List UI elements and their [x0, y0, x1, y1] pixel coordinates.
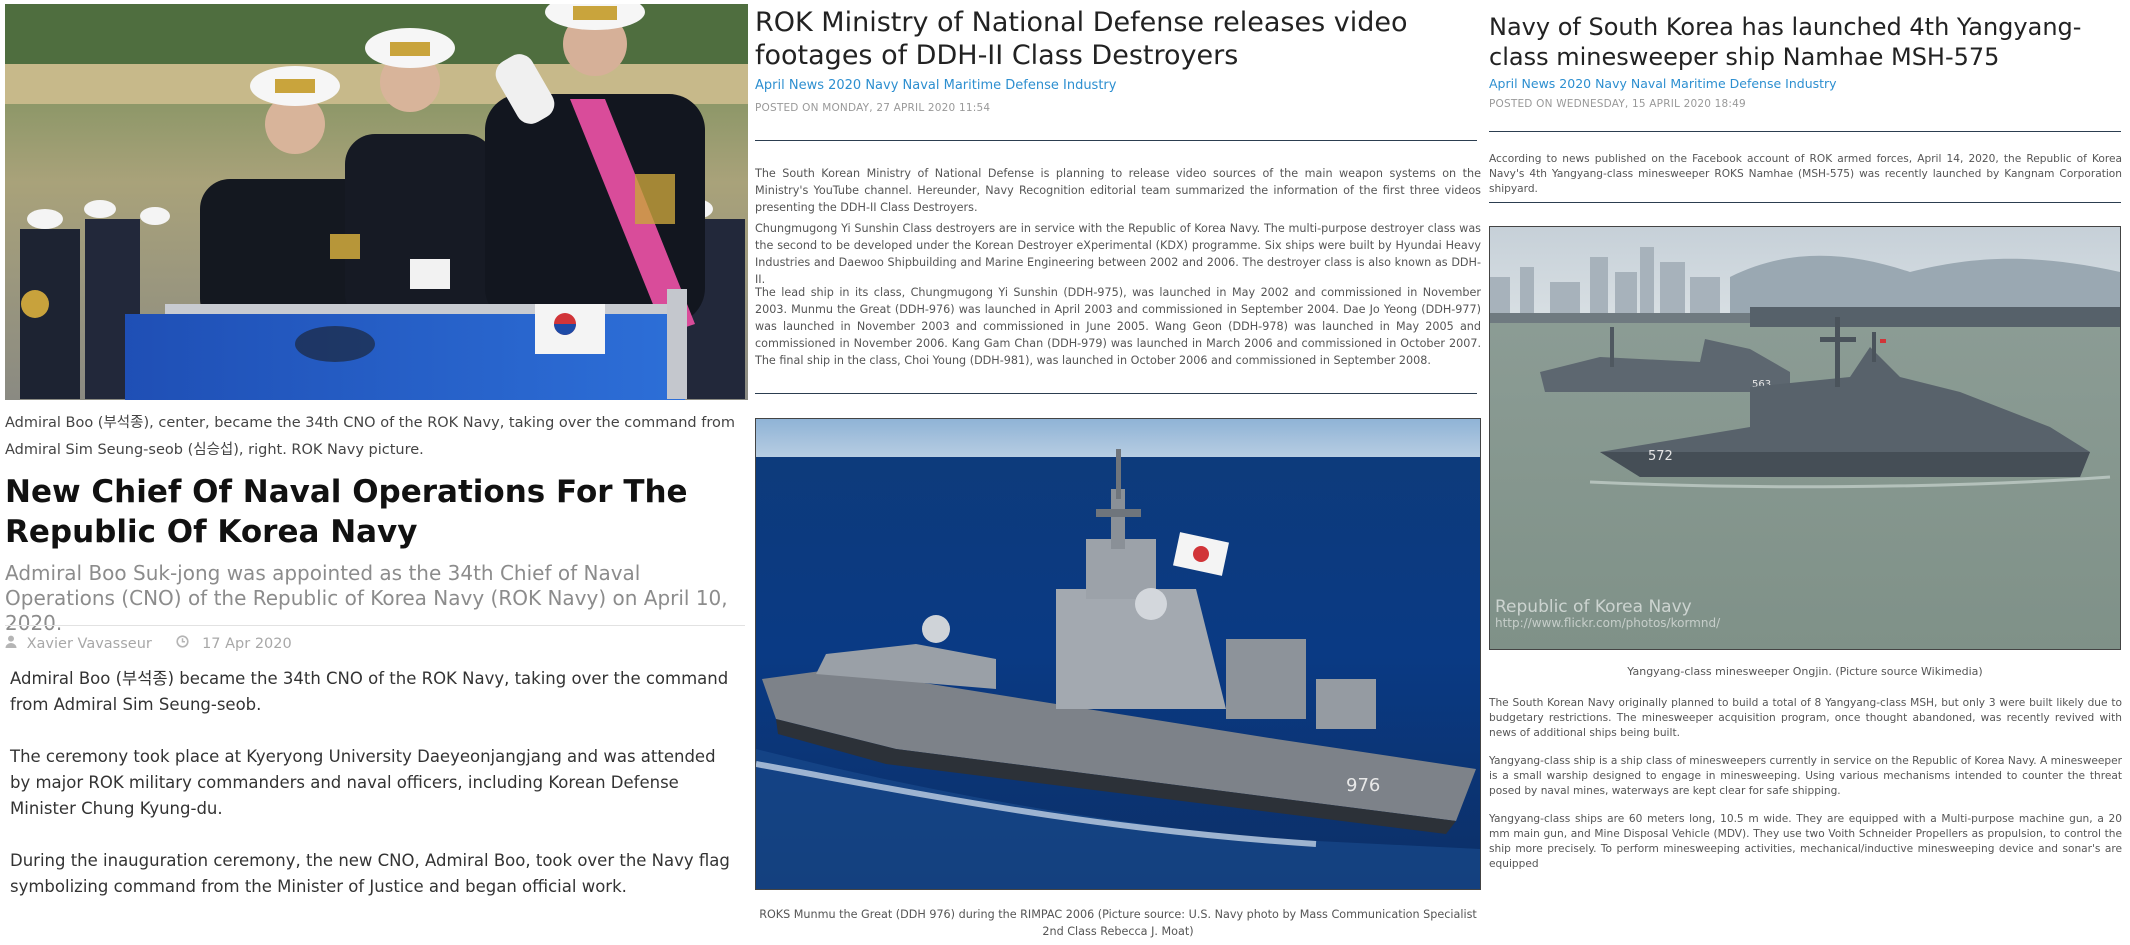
minesweeper-photo: 563 572 Republic of Korea Navy http://ww…: [1489, 226, 2121, 650]
paragraph: The South Korean Navy originally planned…: [1489, 697, 2122, 739]
divider: [755, 140, 1477, 141]
article-minesweeper: Navy of South Korea has launched 4th Yan…: [1489, 0, 2125, 945]
clock-icon: [176, 635, 190, 652]
hull-number-front: 572: [1648, 449, 1673, 464]
divider: [1489, 131, 2121, 132]
admirals-ceremony-photo: [5, 4, 748, 400]
paragraph: Yangyang-class ships are 60 meters long,…: [1489, 813, 2122, 870]
intro-paragraph: According to news published on the Faceb…: [1489, 153, 2122, 195]
paragraph: The ceremony took place at Kyeryong Univ…: [10, 747, 716, 818]
paragraph: Admiral Boo (부석종) became the 34th CNO of…: [10, 669, 729, 714]
article-title[interactable]: Navy of South Korea has launched 4th Yan…: [1489, 12, 2125, 72]
photo-caption: ROKS Munmu the Great (DDH 976) during th…: [759, 908, 1477, 938]
user-icon: [5, 635, 17, 652]
intro-paragraph: The South Korean Ministry of National De…: [755, 167, 1481, 214]
article-body: The South Korean Navy originally planned…: [1489, 696, 2122, 885]
article-meta: Xavier Vavasseur 17 Apr 2020: [5, 635, 292, 652]
paragraph: Chungmugong Yi Sunshin Class destroyers …: [755, 222, 1481, 286]
watermark-url: http://www.flickr.com/photos/kormnd/: [1495, 616, 1721, 630]
article-intro: The South Korean Ministry of National De…: [755, 165, 1481, 292]
divider: [5, 625, 745, 626]
hull-number: 976: [1346, 775, 1380, 796]
article-body: The lead ship in its class, Chungmugong …: [755, 284, 1481, 373]
article-ddh-destroyers: ROK Ministry of National Defense release…: [755, 0, 1481, 945]
photo-caption: Yangyang-class minesweeper Ongjin. (Pict…: [1627, 665, 1983, 678]
posted-date: POSTED ON WEDNESDAY, 15 APRIL 2020 18:49: [1489, 98, 1746, 110]
destroyer-photo: 976: [755, 418, 1481, 890]
divider: [755, 393, 1477, 394]
article-body: Admiral Boo (부석종) became the 34th CNO of…: [10, 666, 730, 926]
posted-date: POSTED ON MONDAY, 27 APRIL 2020 11:54: [755, 102, 991, 114]
author-name[interactable]: Xavier Vavasseur: [27, 636, 152, 652]
article-tags-link[interactable]: April News 2020 Navy Naval Maritime Defe…: [1489, 76, 1837, 91]
paragraph: During the inauguration ceremony, the ne…: [10, 851, 730, 896]
paragraph: The lead ship in its class, Chungmugong …: [755, 286, 1481, 367]
article-navy-cno: Admiral Boo (부석종), center, became the 34…: [0, 0, 748, 945]
photo-caption: Admiral Boo (부석종), center, became the 34…: [5, 415, 735, 458]
divider: [1489, 202, 2121, 203]
watermark-text: Republic of Korea Navy: [1495, 597, 1692, 617]
paragraph: Yangyang-class ship is a ship class of m…: [1489, 755, 2122, 797]
article-title[interactable]: ROK Ministry of National Defense release…: [755, 6, 1475, 72]
article-tags-link[interactable]: April News 2020 Navy Naval Maritime Defe…: [755, 78, 1116, 93]
publish-date: 17 Apr 2020: [202, 635, 292, 652]
article-title[interactable]: New Chief Of Naval Operations For The Re…: [5, 472, 745, 552]
